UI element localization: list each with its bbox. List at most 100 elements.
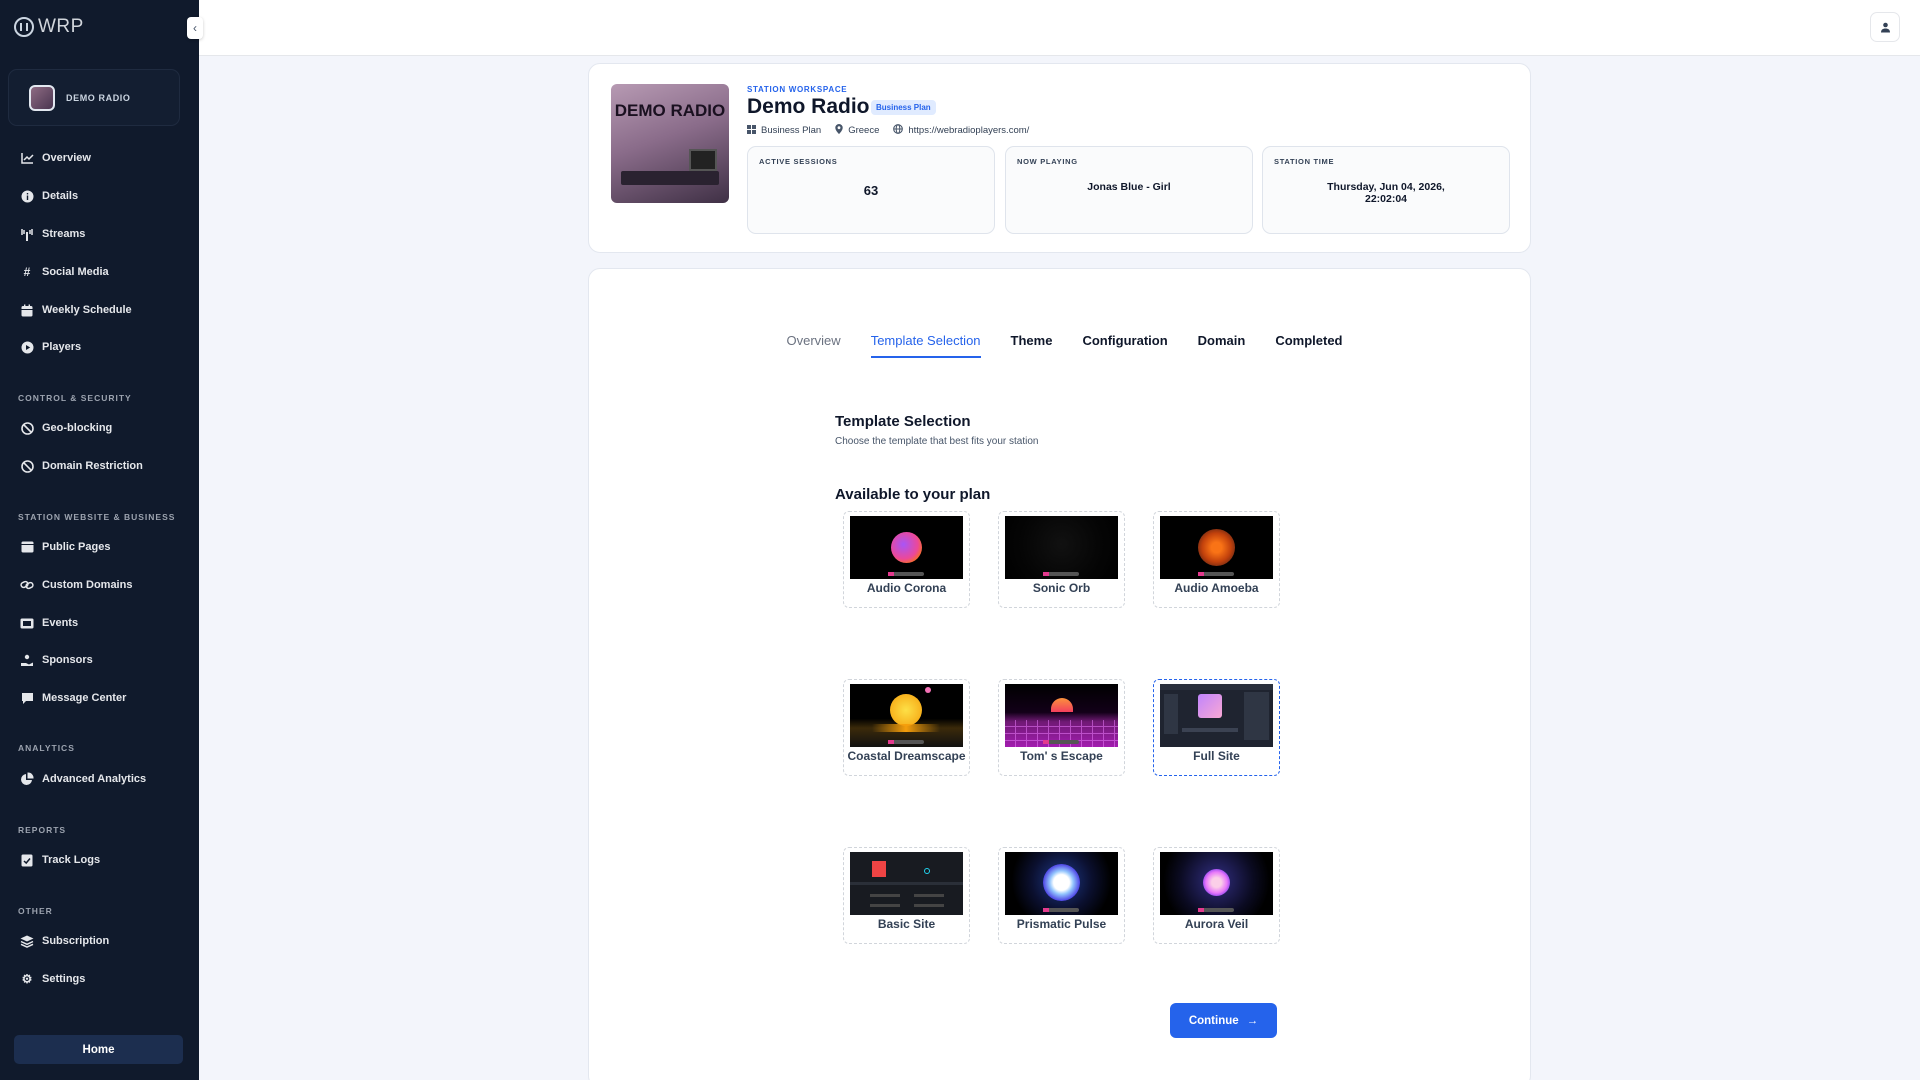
stat-active-sessions: ACTIVE SESSIONS 63	[747, 146, 995, 234]
section-reports: REPORTS	[18, 825, 67, 835]
sidebar-item-label: Streams	[42, 228, 86, 240]
sidebar-item-label: Geo-blocking	[42, 422, 113, 434]
sidebar-item-players[interactable]: Players	[20, 338, 81, 356]
sidebar-item-label: Players	[42, 341, 82, 353]
collapse-sidebar-button[interactable]: ‹	[187, 17, 203, 39]
chart-line-icon	[20, 151, 34, 165]
template-card-prismatic-pulse[interactable]: Prismatic Pulse	[998, 847, 1125, 944]
meta-plan: Business Plan	[747, 124, 821, 136]
sidebar-item-message-center[interactable]: Message Center	[20, 689, 126, 707]
template-preview	[1160, 684, 1273, 747]
tab-theme[interactable]: Theme	[1011, 333, 1053, 358]
station-workspace-label: STATION WORKSPACE	[747, 85, 848, 94]
gears-icon: ⚙	[21, 972, 33, 986]
sidebar-item-events[interactable]: Events	[20, 614, 78, 632]
sidebar-item-label: Advanced Analytics	[42, 773, 147, 785]
station-switcher[interactable]: DEMO RADIO	[8, 69, 180, 126]
wizard-tabs: Overview Template Selection Theme Config…	[589, 333, 1530, 358]
sidebar-item-domain-restriction[interactable]: Domain Restriction	[20, 457, 143, 475]
template-card-basic-site[interactable]: Basic Site	[843, 847, 970, 944]
sidebar-item-social-media[interactable]: # Social Media	[20, 263, 109, 281]
sidebar-item-track-logs[interactable]: Track Logs	[20, 851, 100, 869]
template-preview	[850, 516, 963, 579]
clipboard-check-icon	[20, 853, 34, 867]
map-pin-icon	[835, 124, 843, 136]
brand-name: WRP	[38, 16, 84, 37]
continue-button[interactable]: Continue →	[1170, 1003, 1277, 1038]
section-subtitle: Choose the template that best fits your …	[835, 436, 1039, 447]
template-preview	[1005, 516, 1118, 579]
template-preview	[850, 852, 963, 915]
sidebar-item-streams[interactable]: Streams	[20, 225, 85, 243]
info-icon	[20, 189, 34, 203]
play-circle-icon	[20, 340, 34, 354]
tab-template-selection[interactable]: Template Selection	[870, 333, 981, 358]
template-preview	[850, 684, 963, 747]
stat-now-playing: NOW PLAYING Jonas Blue - Girl	[1005, 146, 1253, 234]
template-card-full-site[interactable]: Full Site	[1153, 679, 1280, 776]
sidebar-item-settings[interactable]: ⚙ Settings	[20, 970, 86, 988]
sidebar-item-label: Details	[42, 190, 79, 202]
active-sessions-value: 63	[863, 183, 879, 198]
meta-url[interactable]: https://webradioplayers.com/	[893, 124, 1029, 136]
station-time-value: Thursday, Jun 04, 2026, 22:02:04	[1327, 181, 1445, 205]
sidebar-item-label: Message Center	[42, 692, 127, 704]
sidebar-item-label: Track Logs	[42, 854, 101, 866]
template-card-audio-amoeba[interactable]: Audio Amoeba	[1153, 511, 1280, 608]
template-card-aurora-veil[interactable]: Aurora Veil	[1153, 847, 1280, 944]
ban-icon	[20, 459, 34, 473]
template-card-sonic-orb[interactable]: Sonic Orb	[998, 511, 1125, 608]
sidebar-item-overview[interactable]: Overview	[20, 149, 91, 167]
now-playing-value: Jonas Blue - Girl	[1087, 181, 1171, 193]
available-plan-title: Available to your plan	[835, 486, 991, 503]
meta-country: Greece	[835, 124, 879, 136]
globe-block-icon	[20, 421, 34, 435]
station-header-card: DEMO RADIO STATION WORKSPACE Demo Radio …	[588, 63, 1531, 253]
template-card-coastal-dreamscape[interactable]: Coastal Dreamscape	[843, 679, 970, 776]
hand-holding-icon	[20, 653, 34, 667]
sidebar-item-label: Custom Domains	[42, 579, 133, 591]
sidebar-item-geo-blocking[interactable]: Geo-blocking	[20, 419, 112, 437]
template-card-audio-corona[interactable]: Audio Corona	[843, 511, 970, 608]
section-analytics: ANALYTICS	[18, 743, 75, 753]
plan-badge: Business Plan	[871, 100, 936, 115]
grid-icon	[747, 124, 756, 136]
section-control-security: CONTROL & SECURITY	[18, 393, 132, 403]
sidebar-item-label: Settings	[42, 973, 86, 985]
sidebar-item-weekly-schedule[interactable]: Weekly Schedule	[20, 301, 132, 319]
template-card-toms-escape[interactable]: Tom' s Escape	[998, 679, 1125, 776]
wizard-card: Overview Template Selection Theme Config…	[588, 268, 1531, 1080]
sidebar-item-label: Overview	[42, 152, 91, 164]
calendar-icon	[20, 303, 34, 317]
sidebar-item-public-pages[interactable]: Public Pages	[20, 538, 110, 556]
browser-window-icon	[20, 540, 34, 554]
brand-logo[interactable]: WRP	[14, 16, 84, 38]
sidebar: WRP DEMO RADIO Overview Details Streams …	[0, 0, 199, 1080]
chevron-left-icon: ‹	[193, 21, 197, 35]
tab-domain[interactable]: Domain	[1198, 333, 1246, 358]
section-station-website: STATION WEBSITE & BUSINESS	[18, 512, 176, 522]
link-icon	[20, 578, 34, 592]
tab-overview[interactable]: Overview	[787, 333, 841, 358]
top-bar	[199, 0, 1920, 56]
ticket-icon	[20, 616, 34, 630]
tab-completed[interactable]: Completed	[1275, 333, 1342, 358]
home-button[interactable]: Home	[14, 1035, 183, 1064]
sidebar-item-label: Weekly Schedule	[42, 304, 132, 316]
sidebar-item-label: Subscription	[42, 935, 110, 947]
message-icon	[20, 691, 34, 705]
wrp-logo-icon	[14, 17, 34, 37]
sidebar-item-subscription[interactable]: Subscription	[20, 932, 109, 950]
tab-configuration[interactable]: Configuration	[1082, 333, 1167, 358]
sidebar-item-details[interactable]: Details	[20, 187, 78, 205]
hashtag-icon: #	[23, 265, 31, 279]
sidebar-item-advanced-analytics[interactable]: Advanced Analytics	[20, 770, 146, 788]
station-avatar	[29, 84, 55, 111]
sidebar-item-custom-domains[interactable]: Custom Domains	[20, 576, 132, 594]
user-menu-button[interactable]	[1870, 12, 1900, 42]
sidebar-item-label: Public Pages	[42, 541, 111, 553]
sidebar-item-sponsors[interactable]: Sponsors	[20, 651, 93, 669]
stat-station-time: STATION TIME Thursday, Jun 04, 2026, 22:…	[1262, 146, 1510, 234]
layers-icon	[20, 934, 34, 948]
cover-text: DEMO RADIO	[614, 101, 726, 120]
